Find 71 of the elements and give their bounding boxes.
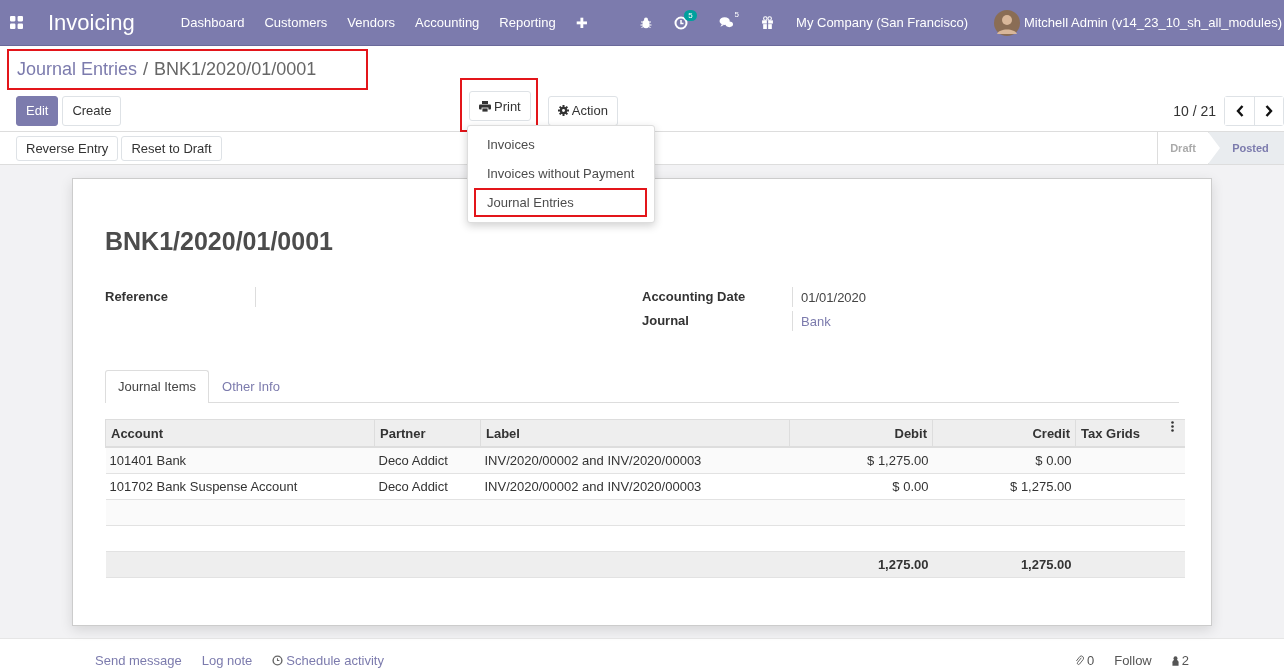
dropdown-item[interactable]: Journal Entries — [474, 188, 647, 217]
app-name[interactable]: Invoicing — [48, 9, 135, 36]
clock-icon — [272, 655, 284, 666]
avatar-icon[interactable] — [994, 9, 1020, 36]
breadcrumb-link[interactable]: Journal Entries — [17, 59, 138, 80]
chevron-right-icon — [1265, 104, 1273, 117]
table-cell: Deco Addict — [374, 473, 481, 500]
field-link[interactable]: Bank — [793, 313, 831, 329]
log-note-link[interactable]: Log note — [201, 653, 253, 668]
column-options-icon[interactable] — [1171, 421, 1174, 432]
next-button[interactable] — [1254, 96, 1283, 125]
gift-icon[interactable] — [761, 16, 775, 29]
add-menu-item[interactable]: ✚ — [575, 14, 588, 31]
header-button[interactable]: Reset to Draft — [121, 135, 222, 161]
field-label: Reference — [105, 287, 256, 307]
person-icon — [1171, 655, 1179, 666]
dropdown-item[interactable]: Invoices — [474, 130, 647, 159]
total-cell: 1,275.00 — [932, 551, 1076, 578]
dropdown-item[interactable]: Invoices without Payment — [474, 159, 647, 188]
column-header[interactable]: Tax Grids — [1075, 419, 1185, 447]
pager-value: 10 / 21 — [1173, 102, 1216, 119]
column-header[interactable]: Credit — [932, 419, 1076, 447]
entry-title: BNK1/2020/01/0001 — [105, 227, 334, 256]
nav-menu-item[interactable]: Accounting — [415, 15, 480, 30]
column-header[interactable]: Label — [480, 419, 790, 447]
clock-icon[interactable] — [674, 15, 689, 30]
activity-count-badge: 5 — [684, 9, 697, 21]
follow-button[interactable]: Follow — [1114, 653, 1152, 668]
printer-icon — [479, 100, 491, 112]
edit-button[interactable]: Edit — [16, 95, 59, 126]
nav-menu-item[interactable]: Customers — [264, 15, 328, 30]
bug-icon[interactable] — [640, 16, 653, 29]
nav-menu-item[interactable]: Vendors — [347, 15, 395, 30]
table-cell: $ 1,275.00 — [932, 473, 1076, 500]
apps-menu-icon[interactable] — [10, 16, 23, 29]
company-switcher[interactable]: My Company (San Francisco) — [796, 15, 968, 30]
field-label: Accounting Date — [642, 287, 793, 307]
table-cell: Deco Addict — [374, 447, 481, 474]
column-header[interactable]: Account — [105, 419, 375, 447]
table-cell: $ 0.00 — [789, 473, 933, 500]
attachments-button[interactable]: 0 — [1074, 653, 1095, 668]
nav-menu-item[interactable]: Reporting — [499, 15, 556, 30]
field-value: 01/01/2020 — [800, 289, 867, 305]
breadcrumb-current: BNK1/2020/01/0001 — [154, 59, 317, 80]
breadcrumb-separator: / — [143, 59, 149, 80]
table-cell: $ 0.00 — [932, 447, 1076, 474]
user-menu[interactable]: Mitchell Admin (v14_23_10_sh_all_modules) — [1024, 15, 1282, 30]
action-button[interactable]: Action — [547, 95, 618, 126]
table-cell: $ 1,275.00 — [789, 447, 933, 474]
print-button[interactable]: Print — [469, 91, 531, 121]
chevron-left-icon — [1235, 104, 1244, 117]
field-label: Journal — [642, 311, 793, 331]
paperclip-icon — [1074, 655, 1084, 666]
nav-menu-item[interactable]: Dashboard — [180, 15, 245, 30]
column-header[interactable]: Debit — [789, 419, 933, 447]
column-header[interactable]: Partner — [374, 419, 481, 447]
table-cell: 101702 Bank Suspense Account — [105, 473, 375, 500]
notebook-tab[interactable]: Other Info — [209, 370, 293, 402]
message-count: 5 — [734, 10, 740, 19]
send-message-link[interactable]: Send message — [95, 653, 182, 668]
notebook-tab[interactable]: Journal Items — [105, 370, 210, 403]
table-cell: INV/2020/00002 and INV/2020/00003 — [480, 473, 790, 500]
chat-icon[interactable] — [718, 16, 734, 29]
header-button[interactable]: Reverse Entry — [16, 135, 119, 161]
total-cell: 1,275.00 — [789, 551, 933, 578]
schedule-activity-link[interactable]: Schedule activity — [272, 653, 384, 668]
table-cell: 101401 Bank — [105, 447, 375, 474]
create-button[interactable]: Create — [62, 95, 122, 126]
followers-button[interactable]: 2 — [1171, 653, 1189, 668]
gear-icon — [557, 105, 569, 116]
table-cell: INV/2020/00002 and INV/2020/00003 — [480, 447, 790, 474]
